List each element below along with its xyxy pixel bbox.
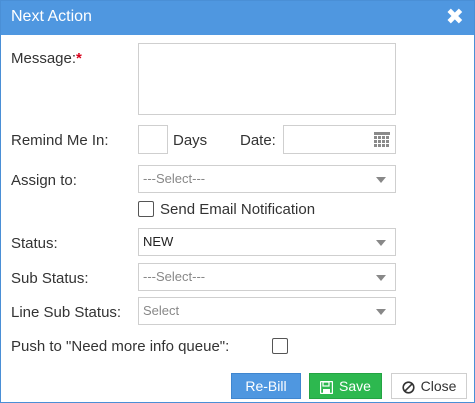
remind-days-input[interactable] [138,125,168,154]
chevron-down-icon [376,275,386,281]
sub-status-select-value: ---Select--- [143,269,206,284]
dialog-titlebar: Next Action ✖ [1,1,474,35]
send-email-label: Send Email Notification [160,201,316,218]
line-sub-status-select[interactable]: Select [138,297,396,325]
send-email-checkbox[interactable] [138,201,154,217]
close-button-label: Close [420,378,457,394]
message-label: Message:* [11,50,82,67]
close-button[interactable]: Close [391,373,467,399]
close-x-icon[interactable]: ✖ [446,5,464,29]
assign-select-value: ---Select--- [143,171,206,186]
dialog-title: Next Action [11,8,92,25]
chevron-down-icon [376,240,386,246]
save-button[interactable]: Save [309,373,382,399]
message-textarea[interactable] [138,43,396,115]
line-sub-status-select-value: Select [143,303,180,318]
calendar-icon[interactable] [373,131,391,149]
rebill-button-label: Re-Bill [245,378,287,394]
sub-status-select[interactable]: ---Select--- [138,263,396,291]
next-action-dialog: Next Action ✖ Message:* Remind Me In: Da… [0,0,475,403]
chevron-down-icon [376,177,386,183]
line-sub-status-label: Line Sub Status: [11,304,122,321]
remind-label: Remind Me In: [11,132,109,149]
status-select[interactable]: NEW [138,228,396,256]
date-label: Date: [240,132,276,149]
push-queue-checkbox[interactable] [272,338,288,354]
assign-label: Assign to: [11,172,77,189]
status-select-value: NEW [143,234,174,249]
assign-select[interactable]: ---Select--- [138,165,396,193]
status-label: Status: [11,235,58,252]
push-queue-label: Push to "Need more info queue": [11,338,230,355]
save-button-label: Save [339,378,371,394]
date-input[interactable] [283,125,396,154]
chevron-down-icon [376,309,386,315]
sub-status-label: Sub Status: [11,270,89,287]
ban-icon [401,381,415,394]
required-marker: * [76,50,82,67]
days-label: Days [173,132,208,149]
floppy-disk-icon [320,380,334,394]
rebill-button[interactable]: Re-Bill [231,373,301,399]
